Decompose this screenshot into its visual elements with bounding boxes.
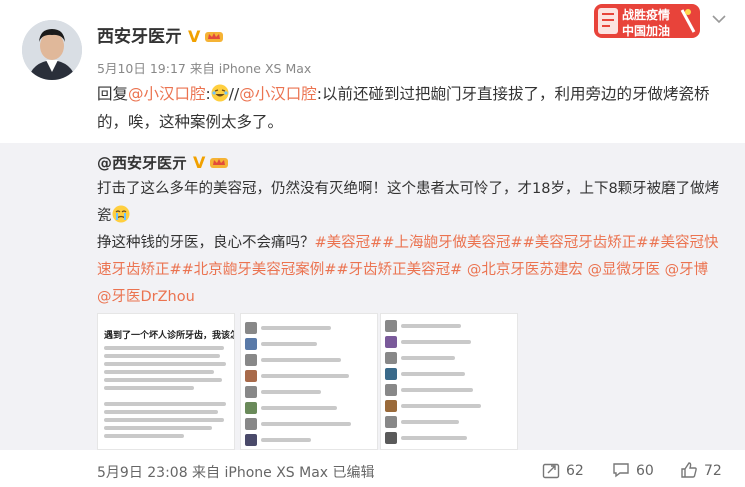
reply-slashes: // <box>228 85 240 103</box>
cry-emoji-icon <box>112 205 129 223</box>
quoted-text-2: 挣这种钱的牙医，良心不会痛吗？#美容冠##上海龅牙做美容冠##美容冠牙齿矫正##… <box>97 230 727 311</box>
quoted-text-main: 打击了这么多年的美容冠，仍然没有灭绝啊！这个患者太可怜了，才18岁，上下8颗牙被… <box>97 181 720 224</box>
thumbnail-title: 遇到了一个坏人诊所牙齿，我该怎么办? <box>104 331 234 341</box>
chevron-down-icon[interactable] <box>712 14 726 24</box>
comment-count: 60 <box>636 463 654 479</box>
like-button[interactable]: 72 <box>680 461 722 479</box>
author-name[interactable]: 西安牙医亓 <box>97 27 182 47</box>
quoted-author-row: @西安牙医亓 V <box>97 152 229 173</box>
mention-link[interactable]: @小汉口腔 <box>128 85 206 103</box>
quoted-body: 打击了这么多年的美容冠，仍然没有灭绝啊！这个患者太可怜了，才18岁，上下8颗牙被… <box>97 176 727 311</box>
crown-icon <box>205 32 224 42</box>
image-thumbnail-1[interactable]: 遇到了一个坏人诊所牙齿，我该怎么办? <box>97 313 235 450</box>
image-thumbnail-3[interactable] <box>380 313 518 450</box>
comment-icon <box>613 463 629 478</box>
crown-icon <box>210 158 229 168</box>
mention-link-2[interactable]: @小汉口腔 <box>239 85 317 103</box>
reply-text: 回复@小汉口腔: //@小汉口腔:以前还碰到过把龅门牙直接拔了，利用旁边的牙做烤… <box>97 80 727 136</box>
like-icon <box>681 462 697 478</box>
avatar[interactable] <box>22 20 82 80</box>
promo-line-1: 战胜疫情 <box>622 8 671 22</box>
footer-meta: 5月9日 23:08 来自 iPhone XS Max 已编辑 <box>97 465 375 481</box>
repost-icon <box>542 463 560 479</box>
like-count: 72 <box>704 463 722 479</box>
avatar-image <box>22 20 82 80</box>
image-thumbnail-2[interactable] <box>240 313 378 450</box>
author-name-row: 西安牙医亓 V <box>97 22 224 47</box>
repost-count: 62 <box>566 463 584 479</box>
comment-button[interactable]: 60 <box>612 461 654 479</box>
v-badge-icon: V <box>188 27 201 46</box>
quoted-text-1: 打击了这么多年的美容冠，仍然没有灭绝啊！这个患者太可怜了，才18岁，上下8颗牙被… <box>97 176 727 230</box>
quoted-author[interactable]: @西安牙医亓 <box>97 154 187 172</box>
reply-prefix: 回复 <box>97 85 129 103</box>
promo-line-2: 中国加油 <box>622 24 671 38</box>
laugh-cry-emoji-icon <box>211 84 229 102</box>
reply-sep: : <box>205 85 211 103</box>
post-meta: 5月10日 19:17 来自 iPhone XS Max <box>97 61 312 76</box>
promo-banner[interactable]: 战胜疫情 中国加油 <box>592 2 702 40</box>
repost-button[interactable]: 62 <box>542 461 584 479</box>
quoted-text-question: 挣这种钱的牙医，良心不会痛吗？ <box>97 235 315 251</box>
v-badge-icon: V <box>193 153 206 172</box>
